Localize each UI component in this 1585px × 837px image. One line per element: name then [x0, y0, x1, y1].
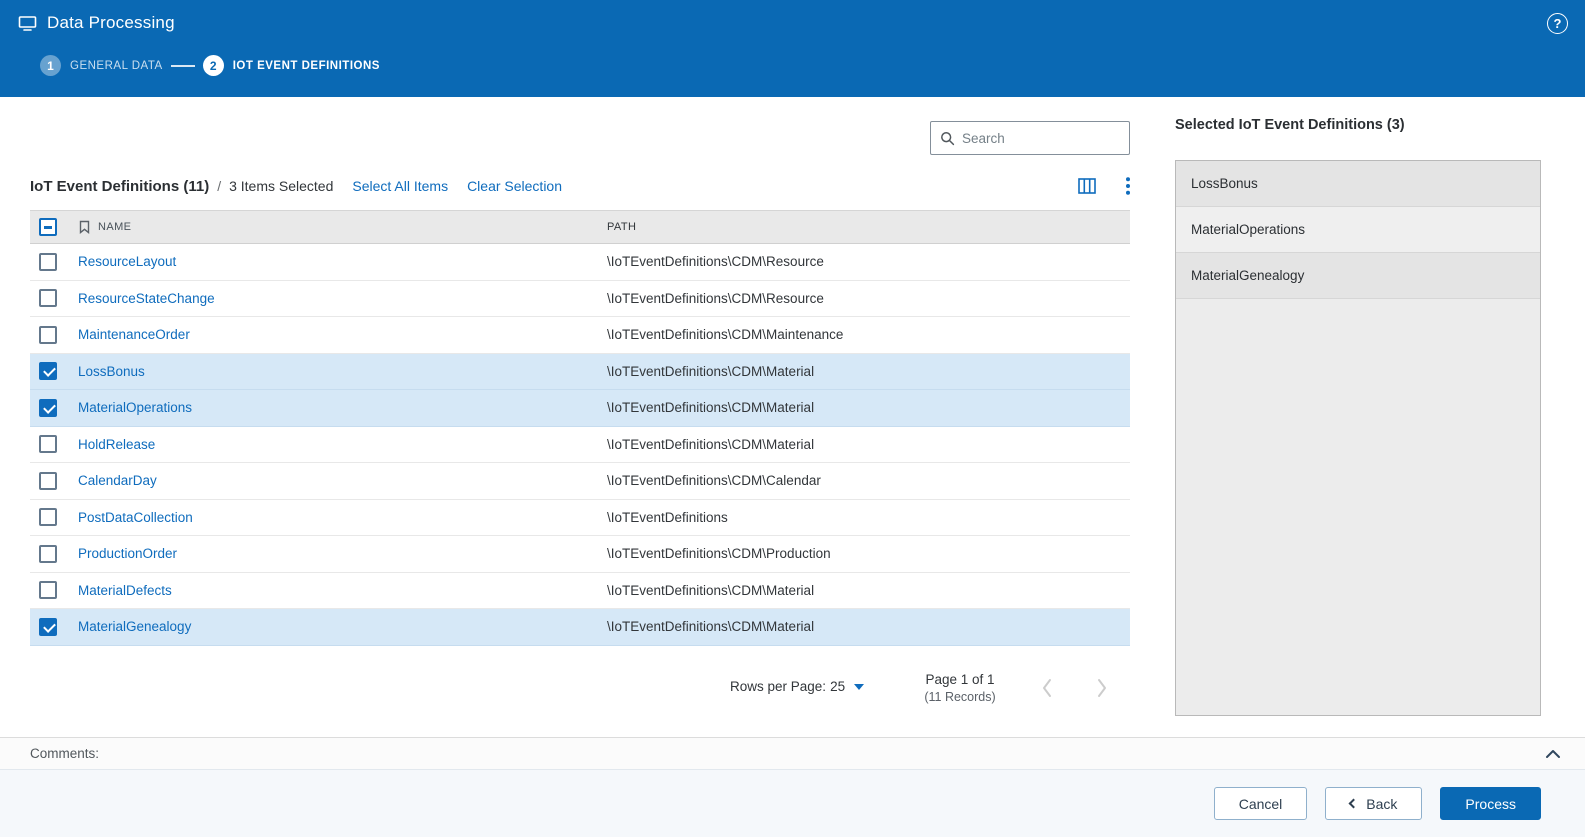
- step-general-data[interactable]: 1 GENERAL DATA: [40, 55, 163, 76]
- table-body: ResourceLayout \IoTEventDefinitions\CDM\…: [30, 244, 1130, 646]
- table-title: IoT Event Definitions (11): [30, 178, 209, 195]
- pagination-bar: Rows per Page: 25 Page 1 of 1 (11 Records…: [30, 668, 1130, 718]
- footer-bar: Cancel Back Process: [0, 769, 1585, 837]
- iot-event-definitions-table: NAME PATH ResourceLayout \IoTEventDefini…: [30, 210, 1130, 646]
- step-iot-event-definitions[interactable]: 2 IOT EVENT DEFINITIONS: [203, 55, 380, 76]
- table-row[interactable]: HoldRelease \IoTEventDefinitions\CDM\Mat…: [30, 427, 1130, 464]
- row-path: \IoTEventDefinitions\CDM\Calendar: [607, 473, 1130, 488]
- clear-selection-link[interactable]: Clear Selection: [467, 178, 562, 194]
- table-row[interactable]: MaterialGenealogy \IoTEventDefinitions\C…: [30, 609, 1130, 646]
- name-column-header: NAME: [98, 221, 131, 233]
- row-path: \IoTEventDefinitions\CDM\Material: [607, 583, 1130, 598]
- row-path: \IoTEventDefinitions\CDM\Resource: [607, 291, 1130, 306]
- step-number: 1: [40, 55, 61, 76]
- selected-item: MaterialOperations: [1176, 207, 1540, 253]
- row-name-link[interactable]: MaterialDefects: [78, 583, 172, 598]
- row-name-link[interactable]: MaterialGenealogy: [78, 619, 191, 634]
- row-checkbox[interactable]: [39, 362, 57, 380]
- step-connector: [171, 65, 195, 67]
- chevron-left-icon: [1349, 799, 1359, 809]
- select-all-link[interactable]: Select All Items: [352, 178, 448, 194]
- row-name-link[interactable]: PostDataCollection: [78, 510, 193, 525]
- row-name-link[interactable]: CalendarDay: [78, 473, 157, 488]
- overflow-menu-icon[interactable]: [1126, 177, 1130, 195]
- page-info: Page 1 of 1 (11 Records): [895, 672, 1025, 704]
- row-checkbox[interactable]: [39, 618, 57, 636]
- row-path: \IoTEventDefinitions\CDM\Production: [607, 546, 1130, 561]
- row-checkbox[interactable]: [39, 472, 57, 490]
- row-name-link[interactable]: MaterialOperations: [78, 400, 192, 415]
- rows-per-page-dropdown[interactable]: Rows per Page: 25: [730, 679, 864, 694]
- row-name-link[interactable]: ResourceLayout: [78, 254, 176, 269]
- selected-count-text: 3 Items Selected: [229, 178, 333, 194]
- comments-label: Comments:: [30, 746, 99, 761]
- selected-definitions-panel: Selected IoT Event Definitions (3) LossB…: [1175, 117, 1541, 716]
- page-label: Page 1 of 1: [895, 672, 1025, 687]
- row-path: \IoTEventDefinitions\CDM\Material: [607, 437, 1130, 452]
- row-name-link[interactable]: MaintenanceOrder: [78, 327, 190, 342]
- table-row[interactable]: ResourceStateChange \IoTEventDefinitions…: [30, 281, 1130, 318]
- row-name-link[interactable]: ProductionOrder: [78, 546, 177, 561]
- previous-page-icon[interactable]: [1040, 676, 1054, 705]
- table-toolbar: IoT Event Definitions (11) / 3 Items Sel…: [30, 171, 1130, 201]
- back-button-label: Back: [1366, 796, 1397, 812]
- table-row[interactable]: MaterialOperations \IoTEventDefinitions\…: [30, 390, 1130, 427]
- flag-column-icon: [78, 220, 91, 234]
- search-box: [930, 121, 1130, 155]
- row-name-link[interactable]: HoldRelease: [78, 437, 155, 452]
- app-icon: [18, 14, 37, 33]
- row-path: \IoTEventDefinitions\CDM\Resource: [607, 254, 1130, 269]
- table-row[interactable]: CalendarDay \IoTEventDefinitions\CDM\Cal…: [30, 463, 1130, 500]
- rows-per-page-value: 25: [830, 679, 845, 694]
- table-row[interactable]: ResourceLayout \IoTEventDefinitions\CDM\…: [30, 244, 1130, 281]
- comments-section: Comments:: [0, 737, 1585, 769]
- row-checkbox[interactable]: [39, 253, 57, 271]
- records-label: (11 Records): [895, 690, 1025, 704]
- cancel-button[interactable]: Cancel: [1214, 787, 1308, 820]
- row-checkbox[interactable]: [39, 435, 57, 453]
- selected-item: LossBonus: [1176, 161, 1540, 207]
- table-header-row: NAME PATH: [30, 210, 1130, 244]
- row-path: \IoTEventDefinitions\CDM\Maintenance: [607, 327, 1130, 342]
- row-checkbox[interactable]: [39, 399, 57, 417]
- rows-per-page-label: Rows per Page:: [730, 679, 826, 694]
- step-number: 2: [203, 55, 224, 76]
- row-path: \IoTEventDefinitions\CDM\Material: [607, 619, 1130, 634]
- table-row[interactable]: MaintenanceOrder \IoTEventDefinitions\CD…: [30, 317, 1130, 354]
- search-icon: [940, 131, 955, 146]
- table-row[interactable]: PostDataCollection \IoTEventDefinitions: [30, 500, 1130, 537]
- chevron-down-icon: [854, 684, 864, 690]
- selected-item: MaterialGenealogy: [1176, 253, 1540, 299]
- row-checkbox[interactable]: [39, 545, 57, 563]
- row-checkbox[interactable]: [39, 581, 57, 599]
- row-path: \IoTEventDefinitions\CDM\Material: [607, 400, 1130, 415]
- row-name-link[interactable]: ResourceStateChange: [78, 291, 215, 306]
- process-button[interactable]: Process: [1440, 787, 1541, 820]
- search-input[interactable]: [962, 131, 1139, 146]
- selected-panel-title: Selected IoT Event Definitions (3): [1175, 117, 1541, 133]
- path-column-header: PATH: [607, 221, 1130, 233]
- table-row[interactable]: LossBonus \IoTEventDefinitions\CDM\Mater…: [30, 354, 1130, 391]
- collapse-chevron-icon[interactable]: [1545, 749, 1561, 759]
- column-settings-icon[interactable]: [1078, 178, 1096, 194]
- selected-items-list: LossBonusMaterialOperationsMaterialGenea…: [1175, 160, 1541, 716]
- next-page-icon[interactable]: [1095, 676, 1109, 705]
- row-name-link[interactable]: LossBonus: [78, 364, 145, 379]
- row-path: \IoTEventDefinitions: [607, 510, 1130, 525]
- row-checkbox[interactable]: [39, 508, 57, 526]
- page-title: Data Processing: [47, 13, 175, 33]
- select-all-checkbox[interactable]: [39, 218, 57, 236]
- back-button[interactable]: Back: [1325, 787, 1422, 820]
- table-row[interactable]: ProductionOrder \IoTEventDefinitions\CDM…: [30, 536, 1130, 573]
- wizard-steps: 1 GENERAL DATA 2 IOT EVENT DEFINITIONS: [40, 55, 380, 76]
- row-checkbox[interactable]: [39, 289, 57, 307]
- row-path: \IoTEventDefinitions\CDM\Material: [607, 364, 1130, 379]
- step-label: GENERAL DATA: [70, 60, 163, 72]
- app-header: Data Processing ? 1 GENERAL DATA 2 IOT E…: [0, 0, 1585, 97]
- row-checkbox[interactable]: [39, 326, 57, 344]
- title-separator: /: [217, 178, 221, 194]
- help-icon[interactable]: ?: [1547, 13, 1568, 34]
- table-row[interactable]: MaterialDefects \IoTEventDefinitions\CDM…: [30, 573, 1130, 610]
- step-label: IOT EVENT DEFINITIONS: [233, 60, 380, 72]
